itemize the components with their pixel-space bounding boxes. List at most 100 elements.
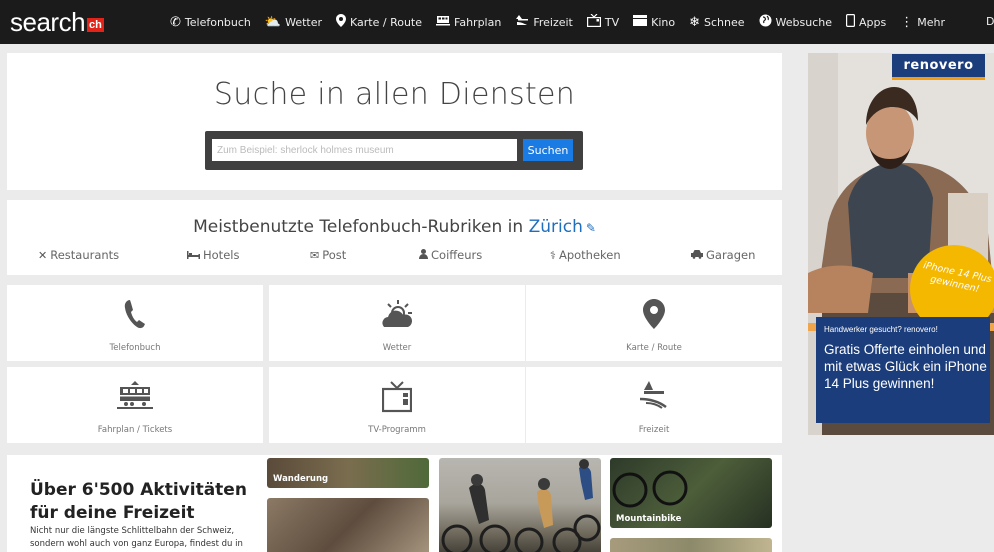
cinema-icon bbox=[633, 14, 648, 30]
rubrik-label: Hotels bbox=[203, 248, 240, 262]
activities-text: Nicht nur die längste Schlittelbahn der … bbox=[30, 526, 243, 549]
ad-text-box[interactable]: Handwerker gesucht? renovero! Gratis Off… bbox=[816, 317, 990, 423]
rubrik-label: Post bbox=[322, 248, 347, 262]
search-box: Suchen bbox=[205, 131, 583, 170]
weather-icon: ⛅ bbox=[264, 14, 282, 30]
nav-item-kino[interactable]: Kino bbox=[633, 14, 676, 30]
search-button[interactable]: Suchen bbox=[523, 139, 573, 161]
rubriken-title: Meistbenutzte Telefonbuch-Rubriken in Zü… bbox=[7, 217, 782, 237]
top-navigation: search ch ✆ Telefonbuch ⛅ Wetter Karte / R… bbox=[0, 0, 994, 44]
rubriken-title-text: Meistbenutzte Telefonbuch-Rubriken in bbox=[193, 217, 524, 237]
phone-icon bbox=[7, 299, 263, 329]
tile-label: Fahrplan / Tickets bbox=[97, 425, 173, 435]
photo-wanderung[interactable]: Wanderung bbox=[267, 458, 429, 488]
train-icon bbox=[7, 381, 263, 409]
nav-item-tv[interactable]: TV bbox=[586, 13, 620, 31]
rubrik-post[interactable]: ✉ Post bbox=[310, 248, 346, 262]
edit-pencil-icon[interactable]: ✎ bbox=[586, 221, 596, 235]
nav-label: Freizeit bbox=[533, 15, 573, 29]
more-icon: ⋮ bbox=[900, 14, 914, 30]
pharmacy-icon: ⚕ bbox=[550, 248, 556, 262]
tile-fahrplan[interactable]: Fahrplan / Tickets bbox=[7, 367, 263, 443]
tile-label: Freizeit bbox=[638, 425, 670, 435]
rubrik-label: Restaurants bbox=[50, 248, 120, 262]
rubriken-panel: Meistbenutzte Telefonbuch-Rubriken in Zü… bbox=[7, 200, 782, 275]
nav-language-edge[interactable]: D bbox=[986, 15, 994, 28]
tile-freizeit[interactable]: Freizeit bbox=[526, 367, 782, 443]
activities-title: Über 6'500 Aktivitäten für deine Freizei… bbox=[30, 480, 247, 523]
tile-label: TV-Programm bbox=[368, 425, 426, 435]
rubrik-coiffeurs[interactable]: Coiffeurs bbox=[419, 248, 482, 262]
nav-item-karte[interactable]: Karte / Route bbox=[336, 13, 423, 31]
nav-label: Schnee bbox=[704, 15, 745, 29]
rubrik-label: Coiffeurs bbox=[431, 248, 483, 262]
snowflake-icon: ❄ bbox=[689, 14, 701, 30]
globe-icon bbox=[759, 14, 772, 31]
weather-icon bbox=[269, 299, 525, 329]
nav-label: Mehr bbox=[917, 15, 946, 29]
nav-item-fahrplan[interactable]: Fahrplan bbox=[436, 14, 501, 30]
nav-item-mehr[interactable]: ⋮ Mehr bbox=[900, 15, 945, 30]
photo-cyclists[interactable] bbox=[439, 458, 601, 552]
nav-menu: ✆ Telefonbuch ⛅ Wetter Karte / Route Fahrp… bbox=[170, 0, 959, 44]
map-pin-icon bbox=[526, 299, 782, 329]
bed-icon bbox=[187, 249, 200, 262]
map-pin-icon bbox=[336, 13, 347, 31]
nav-item-freizeit[interactable]: Freizeit bbox=[515, 14, 573, 30]
train-icon bbox=[436, 14, 451, 30]
search-input[interactable] bbox=[212, 139, 517, 161]
ad-headline: Gratis Offerte einholen und mit etwas Gl… bbox=[824, 342, 987, 391]
nav-label: TV bbox=[604, 15, 620, 29]
nav-label: Kino bbox=[651, 15, 676, 29]
tile-telefonbuch[interactable]: Telefonbuch bbox=[7, 285, 263, 361]
leisure-icon bbox=[515, 14, 529, 30]
rubriken-list: ✕ Restaurants Hotels ✉ Post Coiffeurs ⚕ Apo… bbox=[7, 248, 782, 266]
ad-badge-text: iPhone 14 Plus gewinnen! bbox=[922, 260, 993, 295]
rubrik-hotels[interactable]: Hotels bbox=[187, 248, 239, 262]
photo-label: Wanderung bbox=[273, 474, 329, 484]
nav-label: Websuche bbox=[775, 15, 833, 29]
ad-small-text: Handwerker gesucht? renovero! bbox=[824, 325, 938, 334]
nav-item-websuche[interactable]: Websuche bbox=[759, 14, 832, 31]
car-icon bbox=[691, 249, 703, 262]
tv-icon bbox=[269, 381, 525, 413]
search-panel: Suche in allen Diensten Suchen bbox=[7, 53, 782, 190]
rubrik-label: Garagen bbox=[706, 248, 756, 262]
nav-item-schnee[interactable]: ❄ Schnee bbox=[689, 15, 744, 30]
tile-label: Karte / Route bbox=[626, 343, 682, 353]
person-icon bbox=[419, 248, 428, 262]
nav-label: Telefonbuch bbox=[184, 15, 251, 29]
envelope-icon: ✉ bbox=[310, 248, 320, 262]
rubrik-garagen[interactable]: Garagen bbox=[691, 248, 755, 262]
nav-label: Apps bbox=[859, 15, 887, 29]
tile-label: Telefonbuch bbox=[109, 343, 161, 353]
leisure-icon bbox=[526, 381, 782, 409]
nav-item-apps[interactable]: Apps bbox=[846, 13, 887, 31]
city-link[interactable]: Zürich bbox=[529, 217, 583, 237]
photo-mountainbike[interactable]: Mountainbike bbox=[610, 458, 772, 528]
logo-text: search bbox=[10, 7, 86, 37]
rubrik-restaurants[interactable]: ✕ Restaurants bbox=[38, 248, 119, 262]
rubrik-apotheken[interactable]: ⚕ Apotheken bbox=[550, 248, 621, 262]
tile-label: Wetter bbox=[382, 343, 412, 353]
tile-karte[interactable]: Karte / Route bbox=[526, 285, 782, 361]
ad-brand-logo[interactable]: renovero bbox=[892, 54, 985, 80]
site-logo[interactable]: search ch bbox=[10, 9, 104, 35]
restaurant-icon: ✕ bbox=[38, 248, 48, 262]
nav-item-telefonbuch[interactable]: ✆ Telefonbuch bbox=[170, 15, 251, 30]
nav-label: Fahrplan bbox=[454, 15, 502, 29]
search-title: Suche in allen Diensten bbox=[213, 77, 576, 112]
nav-label: Karte / Route bbox=[350, 15, 423, 29]
photo-climbing[interactable] bbox=[267, 498, 429, 552]
tile-wetter[interactable]: Wetter bbox=[269, 285, 525, 361]
nav-item-wetter[interactable]: ⛅ Wetter bbox=[265, 15, 322, 30]
tv-icon bbox=[586, 13, 601, 31]
activities-panel: Über 6'500 Aktivitäten für deine Freizei… bbox=[7, 455, 782, 552]
photo-label: Mountainbike bbox=[616, 514, 682, 524]
phone-icon: ✆ bbox=[170, 14, 181, 30]
cyclists-illustration bbox=[441, 459, 601, 552]
nav-label: Wetter bbox=[285, 15, 323, 29]
logo-badge: ch bbox=[87, 18, 104, 32]
photo-landscape[interactable] bbox=[610, 538, 772, 552]
tile-tv-programm[interactable]: TV-Programm bbox=[269, 367, 525, 443]
